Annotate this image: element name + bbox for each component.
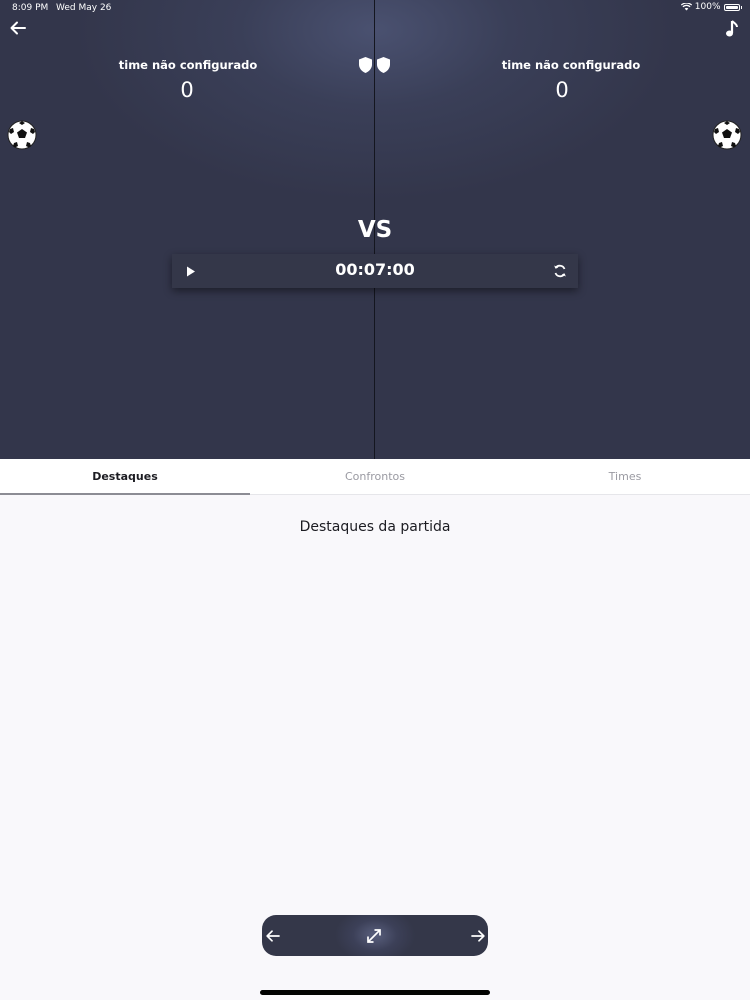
battery-percent: 100%	[694, 2, 721, 12]
away-team-score: 0	[555, 78, 569, 102]
timer-bar: 00:07:00	[172, 254, 578, 288]
shield-icon	[377, 57, 390, 73]
expand-button[interactable]	[363, 925, 385, 947]
next-button[interactable]	[467, 925, 489, 947]
match-screen: 8:09 PM Wed May 26 100% time não configu…	[0, 0, 750, 1000]
status-date: Wed May 26	[56, 3, 112, 13]
away-team-name[interactable]: time não configurado	[461, 58, 681, 72]
match-timer: 00:07:00	[335, 260, 415, 279]
home-goal-ball-icon[interactable]	[7, 120, 37, 150]
arrow-left-icon	[266, 930, 280, 942]
expand-icon	[367, 929, 381, 943]
bottom-nav-pill	[262, 915, 488, 956]
tab-confrontos[interactable]: Confrontos	[250, 459, 500, 494]
status-time: 8:09 PM	[12, 3, 49, 13]
music-note-icon	[726, 20, 738, 37]
status-bar: 8:09 PM Wed May 26 100%	[0, 0, 750, 18]
reset-timer-button[interactable]	[550, 261, 570, 281]
away-goal-ball-icon[interactable]	[712, 120, 742, 150]
tab-indicator	[0, 493, 250, 495]
refresh-icon	[554, 264, 566, 278]
content-title: Destaques da partida	[299, 519, 451, 535]
tab-times[interactable]: Times	[500, 459, 750, 494]
team-shields	[358, 56, 394, 74]
scoreboard: 8:09 PM Wed May 26 100% time não configu…	[0, 0, 750, 459]
home-team-name[interactable]: time não configurado	[78, 58, 298, 72]
previous-button[interactable]	[262, 925, 284, 947]
arrow-right-icon	[471, 930, 485, 942]
music-button[interactable]	[721, 18, 743, 40]
tab-destaques[interactable]: Destaques	[0, 459, 250, 494]
arrow-left-icon	[10, 21, 26, 35]
home-team-score: 0	[180, 78, 194, 102]
vs-label: VS	[357, 217, 393, 243]
battery-icon	[723, 3, 740, 11]
shield-icon	[359, 57, 372, 73]
tab-bar: Destaques Confrontos Times	[0, 459, 750, 495]
home-indicator[interactable]	[260, 990, 490, 995]
wifi-icon	[680, 3, 692, 11]
status-right: 100%	[680, 2, 742, 12]
back-button[interactable]	[8, 18, 28, 38]
